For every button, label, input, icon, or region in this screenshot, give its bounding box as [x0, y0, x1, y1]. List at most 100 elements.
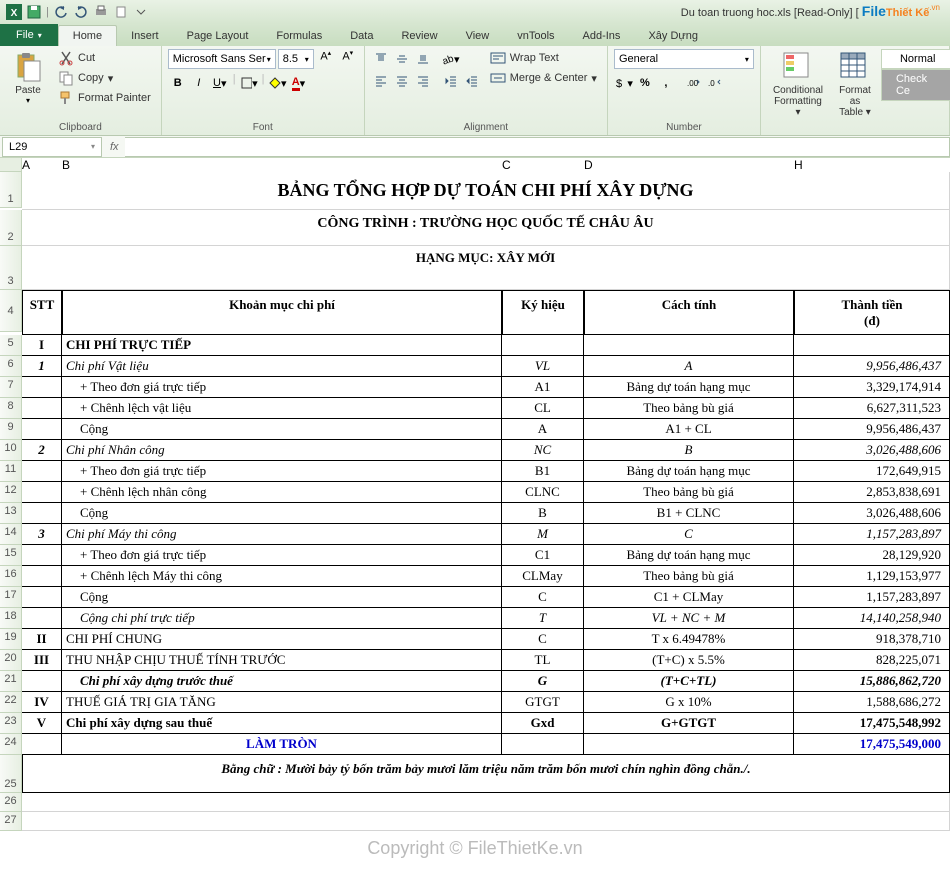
table-cell[interactable]: [22, 377, 62, 398]
row-header[interactable]: 18: [0, 608, 22, 629]
row-header[interactable]: 25: [0, 755, 22, 793]
table-cell[interactable]: NC: [502, 440, 584, 461]
table-cell[interactable]: 2,853,838,691: [794, 482, 950, 503]
sheet-subtitle[interactable]: CÔNG TRÌNH : TRƯỜNG HỌC QUỐC TẾ CHÂU ÂU: [22, 210, 950, 246]
table-cell[interactable]: 828,225,071: [794, 650, 950, 671]
align-left-button[interactable]: [371, 71, 391, 91]
table-cell[interactable]: + Chênh lệch Máy thi công: [62, 566, 502, 587]
col-header-H[interactable]: H: [794, 158, 950, 172]
table-cell[interactable]: B: [584, 440, 794, 461]
table-cell[interactable]: T: [502, 608, 584, 629]
align-top-button[interactable]: [371, 49, 391, 69]
format-painter-button[interactable]: Format Painter: [54, 89, 155, 107]
table-cell[interactable]: III: [22, 650, 62, 671]
row-header[interactable]: 24: [0, 734, 22, 755]
col-header-A[interactable]: A: [22, 158, 62, 172]
table-cell[interactable]: 172,649,915: [794, 461, 950, 482]
bold-button[interactable]: B: [168, 73, 188, 93]
table-cell[interactable]: + Theo đơn giá trực tiếp: [62, 461, 502, 482]
row-header[interactable]: 14: [0, 524, 22, 545]
shrink-font-button[interactable]: A▾: [338, 49, 358, 69]
th-stt[interactable]: STT: [22, 290, 62, 335]
row-header[interactable]: 4: [0, 290, 22, 332]
table-cell[interactable]: 1,588,686,272: [794, 692, 950, 713]
fill-color-button[interactable]: ▾: [267, 73, 287, 93]
italic-button[interactable]: I: [189, 73, 209, 93]
tab-addins[interactable]: Add-Ins: [569, 26, 635, 46]
increase-indent-button[interactable]: [462, 71, 482, 91]
table-cell[interactable]: TL: [502, 650, 584, 671]
table-cell[interactable]: 3,329,174,914: [794, 377, 950, 398]
table-cell[interactable]: G: [502, 671, 584, 692]
fx-button[interactable]: fx: [104, 141, 125, 153]
cut-button[interactable]: Cut: [54, 49, 155, 67]
underline-button[interactable]: U▾: [210, 73, 230, 93]
table-cell[interactable]: (T+C) x 5.5%: [584, 650, 794, 671]
select-all-corner[interactable]: [0, 158, 22, 172]
table-cell[interactable]: CHI PHÍ TRỰC TIẾP: [62, 335, 502, 356]
table-cell[interactable]: 6,627,311,523: [794, 398, 950, 419]
decrease-indent-button[interactable]: [441, 71, 461, 91]
row-header[interactable]: 26: [0, 793, 22, 812]
format-as-table-button[interactable]: Formatas Table ▾: [833, 49, 877, 120]
table-cell[interactable]: [502, 335, 584, 356]
table-cell[interactable]: Chi phí Máy thi công: [62, 524, 502, 545]
table-cell[interactable]: Chi phí xây dựng trước thuế: [62, 671, 502, 692]
table-cell[interactable]: 3: [22, 524, 62, 545]
table-cell[interactable]: Gxd: [502, 713, 584, 734]
table-cell[interactable]: C: [502, 629, 584, 650]
tab-insert[interactable]: Insert: [117, 26, 173, 46]
row-header[interactable]: 19: [0, 629, 22, 650]
table-cell[interactable]: [22, 734, 62, 755]
table-cell[interactable]: Chi phí Nhân công: [62, 440, 502, 461]
font-name-select[interactable]: Microsoft Sans Ser ▾: [168, 49, 276, 69]
table-cell[interactable]: 1,129,153,977: [794, 566, 950, 587]
table-cell[interactable]: T x 6.49478%: [584, 629, 794, 650]
table-cell[interactable]: 28,129,920: [794, 545, 950, 566]
increase-decimal-button[interactable]: .00: [684, 73, 704, 93]
align-middle-button[interactable]: [392, 49, 412, 69]
font-color-button[interactable]: A▾: [288, 73, 308, 93]
table-cell[interactable]: + Theo đơn giá trực tiếp: [62, 377, 502, 398]
table-cell[interactable]: Cộng: [62, 503, 502, 524]
table-cell[interactable]: Theo bảng bù giá: [584, 566, 794, 587]
th-cachtinh[interactable]: Cách tính: [584, 290, 794, 335]
table-cell[interactable]: 1,157,283,897: [794, 524, 950, 545]
table-cell[interactable]: C: [502, 587, 584, 608]
table-cell[interactable]: 15,886,862,720: [794, 671, 950, 692]
table-cell[interactable]: A1 + CL: [584, 419, 794, 440]
row-header[interactable]: 5: [0, 335, 22, 356]
font-size-select[interactable]: 8.5 ▾: [278, 49, 314, 69]
table-cell[interactable]: IV: [22, 692, 62, 713]
table-cell[interactable]: Bảng dự toán hạng mục: [584, 377, 794, 398]
paste-button[interactable]: Paste ▾: [6, 49, 50, 107]
table-cell[interactable]: CHI PHÍ CHUNG: [62, 629, 502, 650]
table-cell[interactable]: 9,956,486,437: [794, 419, 950, 440]
tab-xaydung[interactable]: Xây Dựng: [634, 26, 712, 46]
table-cell[interactable]: G+GTGT: [584, 713, 794, 734]
align-right-button[interactable]: [413, 71, 433, 91]
table-cell[interactable]: (T+C+TL): [584, 671, 794, 692]
table-cell[interactable]: Cộng: [62, 587, 502, 608]
table-cell[interactable]: 1,157,283,897: [794, 587, 950, 608]
tab-page-layout[interactable]: Page Layout: [173, 26, 263, 46]
col-header-C[interactable]: C: [502, 158, 584, 172]
col-header-D[interactable]: D: [584, 158, 794, 172]
table-cell[interactable]: Bảng dự toán hạng mục: [584, 545, 794, 566]
table-cell[interactable]: [22, 482, 62, 503]
align-center-button[interactable]: [392, 71, 412, 91]
row-header[interactable]: 20: [0, 650, 22, 671]
row-header[interactable]: 21: [0, 671, 22, 692]
excel-icon[interactable]: X: [6, 4, 22, 20]
row-header[interactable]: 3: [0, 246, 22, 290]
table-cell[interactable]: Theo bảng bù giá: [584, 482, 794, 503]
tab-file[interactable]: File ▾: [0, 24, 58, 46]
table-cell[interactable]: A1: [502, 377, 584, 398]
table-cell[interactable]: B1 + CLNC: [584, 503, 794, 524]
table-cell[interactable]: [22, 461, 62, 482]
grow-font-button[interactable]: A▴: [316, 49, 336, 69]
row-header[interactable]: 17: [0, 587, 22, 608]
table-cell[interactable]: 17,475,549,000: [794, 734, 950, 755]
row-header[interactable]: 1: [0, 172, 22, 208]
table-cell[interactable]: B1: [502, 461, 584, 482]
